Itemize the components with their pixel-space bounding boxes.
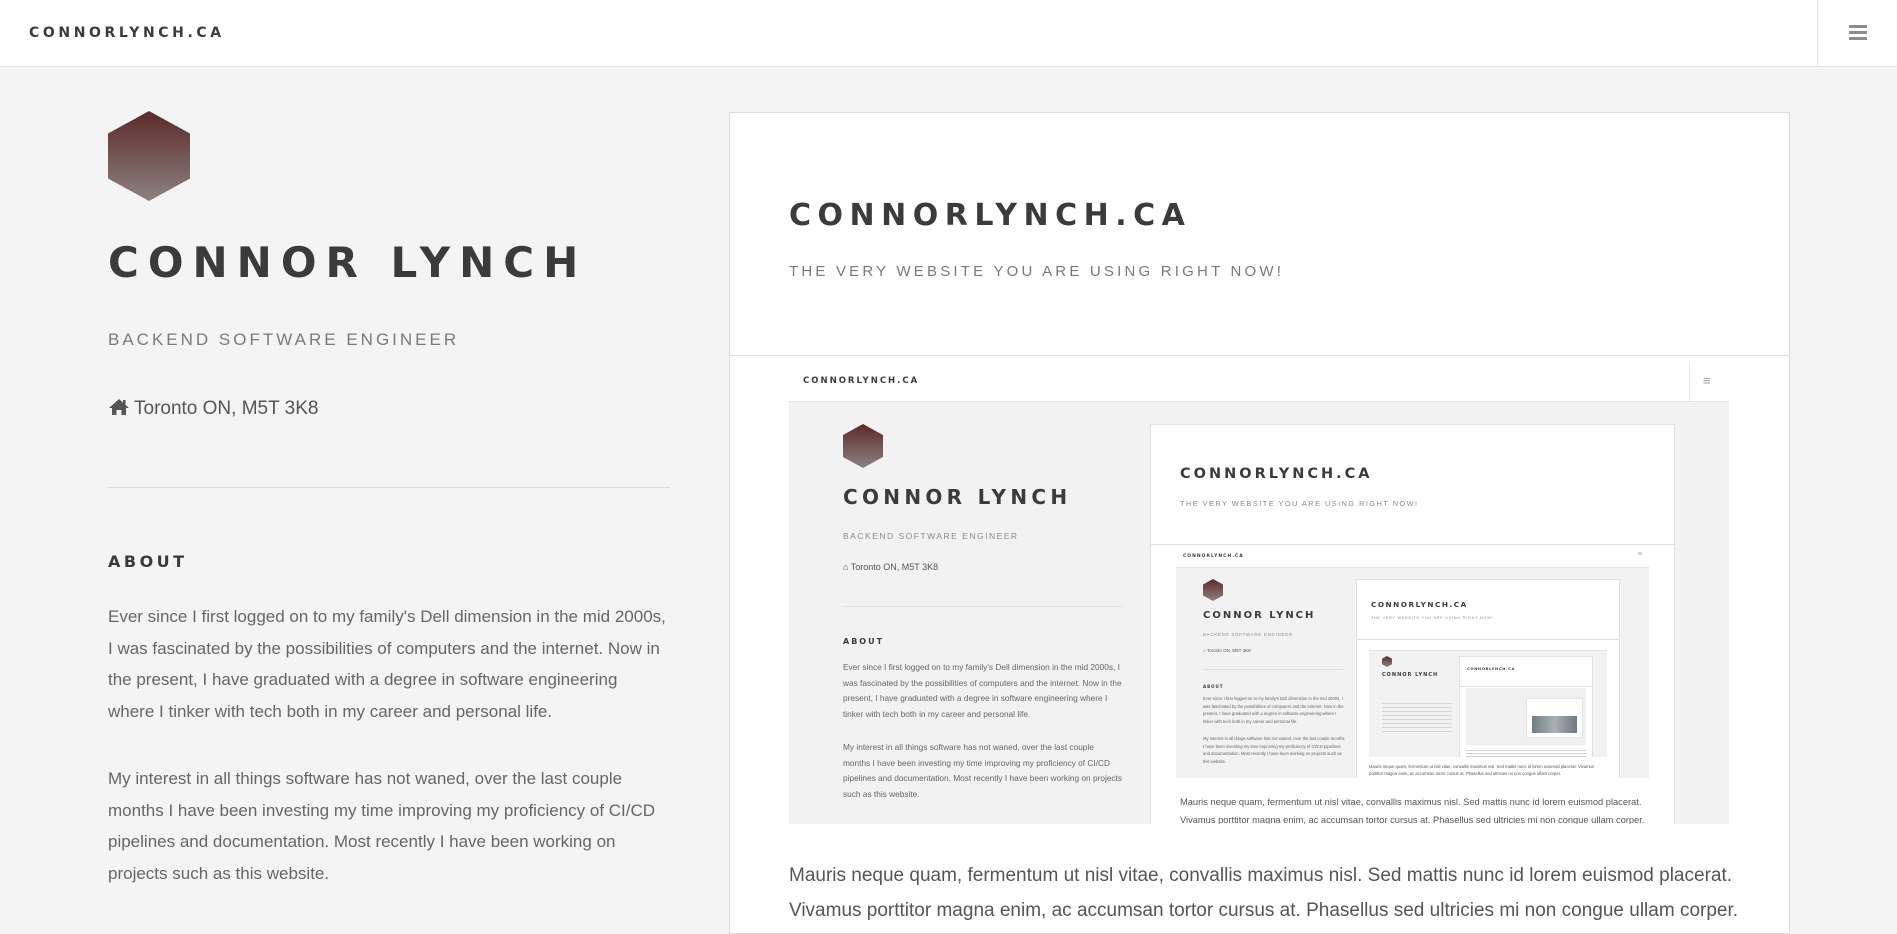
preview-project-description: Mauris neque quam, fermentum ut nisl vit…: [1180, 797, 1645, 824]
location-text: Toronto ON, M5T 3K8: [134, 398, 319, 419]
preview-project-card: CONNORLYNCH.CA THE VERY WEBSITE YOU ARE …: [1150, 424, 1675, 824]
hexagon-avatar-icon: [108, 111, 190, 201]
nested-hexagon-icon: [1203, 579, 1223, 601]
project-card: CONNORLYNCH.CA THE VERY WEBSITE YOU ARE …: [729, 112, 1790, 934]
inner-mini-card: [1526, 698, 1583, 738]
nested-brand: CONNORLYNCH.CA: [1183, 554, 1244, 559]
nested-project-card: CONNORLYNCH.CA THE VERY WEBSITE YOU ARE …: [1356, 579, 1620, 778]
inner-name: CONNOR LYNCH: [1382, 672, 1439, 678]
nested-project-title: CONNORLYNCH.CA: [1371, 600, 1468, 609]
preview-brand: CONNORLYNCH.CA: [803, 376, 920, 386]
nested-about-paragraph: Ever since I first logged on to my famil…: [1203, 696, 1344, 725]
preview-about-heading: ABOUT: [843, 637, 885, 646]
nested-inner-screenshot: CONNOR LYNCH CONNORLYNCH.CA: [1369, 641, 1607, 757]
preview-nested-screenshot: CONNORLYNCH.CA ≡ CONNOR LYNCH BACKEND SO…: [1176, 548, 1649, 778]
site-brand-link[interactable]: CONNORLYNCH.CA: [29, 25, 225, 41]
top-nav-bar: CONNORLYNCH.CA: [0, 0, 1897, 67]
project-screenshot: CONNORLYNCH.CA ≡ CONNOR LYNCH BACKEND SO…: [789, 361, 1729, 824]
preview-location: ⌂ Toronto ON, M5T 3K8: [843, 562, 939, 572]
project-title[interactable]: CONNORLYNCH.CA: [789, 198, 1191, 233]
preview-about-paragraph: My interest in all things software has n…: [843, 742, 1123, 799]
nested-project-subtitle: THE VERY WEBSITE YOU ARE USING RIGHT NOW…: [1371, 616, 1494, 620]
preview-menu-button: ≡: [1689, 361, 1729, 401]
menu-button[interactable]: [1817, 0, 1897, 66]
preview-hexagon-icon: [843, 424, 883, 468]
inner-hexagon-icon: [1382, 656, 1392, 667]
about-paragraph: Ever since I first logged on to my famil…: [108, 607, 666, 721]
nested-card-divider: [1357, 639, 1619, 640]
preview-card-divider: [1151, 544, 1674, 545]
preview-project-title: CONNORLYNCH.CA: [1180, 466, 1373, 482]
inner-about-text: [1382, 703, 1452, 733]
preview-nav-bar: CONNORLYNCH.CA ≡: [789, 361, 1729, 402]
preview-role: BACKEND SOFTWARE ENGINEER: [843, 531, 1019, 541]
profile-location: Toronto ON, M5T 3K8: [108, 398, 318, 420]
nested-nav-bar: CONNORLYNCH.CA ≡: [1176, 548, 1649, 568]
inner-mini-image: [1532, 716, 1577, 733]
preview-divider: [843, 606, 1123, 607]
nested-name: CONNOR LYNCH: [1203, 610, 1316, 621]
profile-role: BACKEND SOFTWARE ENGINEER: [108, 330, 460, 349]
nested-location: ⌂ Toronto ON, M5T 3K8: [1203, 648, 1251, 653]
nested-hamburger-icon: ≡: [1637, 551, 1642, 558]
inner-preview-box: [1466, 688, 1586, 745]
home-icon: [109, 399, 129, 415]
preview-project-subtitle: THE VERY WEBSITE YOU ARE USING RIGHT NOW…: [1180, 499, 1419, 508]
preview-about-paragraph: Ever since I first logged on to my famil…: [843, 662, 1122, 719]
nested-divider: [1203, 669, 1343, 670]
inner-nav-bar: [1369, 641, 1607, 651]
nested-project-description: Mauris neque quam, fermentum ut nisl vit…: [1369, 764, 1594, 776]
preview-hamburger-icon: ≡: [1703, 373, 1711, 388]
about-heading: ABOUT: [108, 552, 188, 571]
nested-role: BACKEND SOFTWARE ENGINEER: [1203, 632, 1293, 637]
hamburger-menu-icon: [1849, 25, 1867, 41]
nested-about-paragraph: My interest in all things software has n…: [1203, 736, 1345, 765]
about-paragraph: My interest in all things software has n…: [108, 769, 656, 883]
inner-project-title: CONNORLYNCH.CA: [1467, 667, 1516, 671]
card-divider: [730, 355, 1789, 356]
section-divider: [108, 487, 670, 488]
profile-name: CONNOR LYNCH: [108, 238, 588, 287]
inner-project-card: CONNORLYNCH.CA: [1459, 656, 1593, 757]
project-subtitle: THE VERY WEBSITE YOU ARE USING RIGHT NOW…: [789, 263, 1285, 280]
inner-project-text: [1466, 750, 1586, 757]
inner-card-divider: [1460, 686, 1592, 687]
nested-about-heading: ABOUT: [1203, 684, 1224, 689]
project-description: Mauris neque quam, fermentum ut nisl vit…: [789, 865, 1739, 921]
preview-name: CONNOR LYNCH: [843, 485, 1072, 509]
